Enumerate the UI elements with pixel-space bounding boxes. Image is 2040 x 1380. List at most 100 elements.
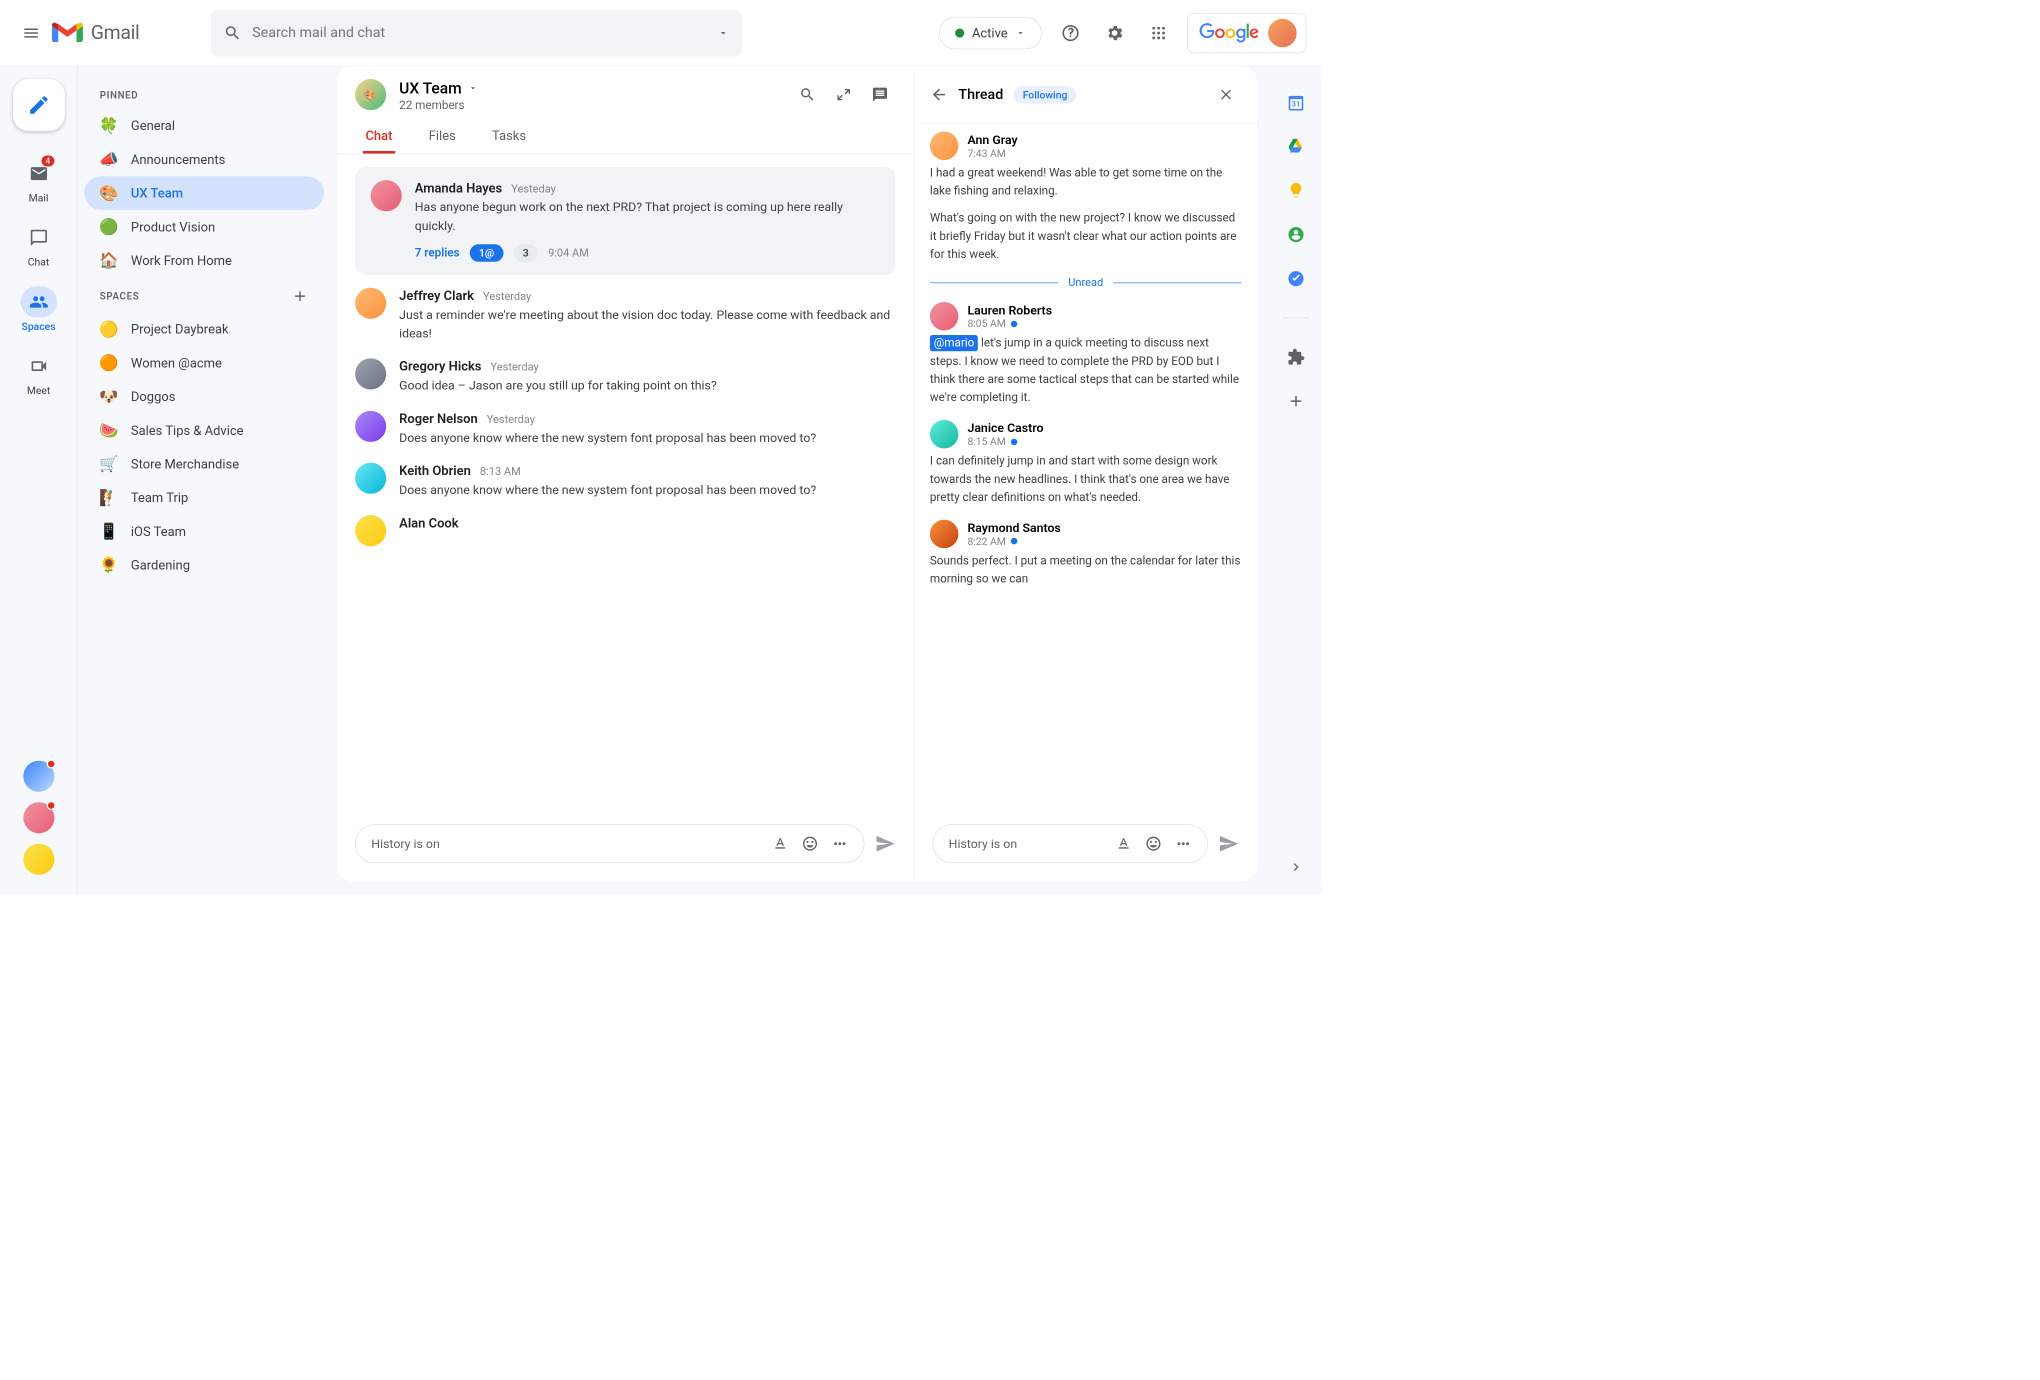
space-ios[interactable]: 📱iOS Team	[84, 515, 324, 549]
help-icon	[1061, 23, 1080, 42]
apps-button[interactable]	[1143, 17, 1174, 48]
rail-avatar-2[interactable]	[23, 802, 54, 833]
emoji-icon[interactable]	[802, 835, 819, 852]
message[interactable]: Roger NelsonYesterday Does anyone know w…	[355, 411, 895, 448]
collapse-button[interactable]	[828, 79, 859, 110]
avatar	[355, 358, 386, 389]
dropdown-icon[interactable]	[717, 27, 729, 39]
status-chip[interactable]: Active	[939, 17, 1042, 49]
rail-avatar-1[interactable]	[23, 761, 54, 792]
message[interactable]: Keith Obrien8:13 AM Does anyone know whe…	[355, 463, 895, 500]
emoji-icon[interactable]	[1145, 835, 1162, 852]
format-icon[interactable]	[1115, 835, 1132, 852]
avatar	[930, 519, 959, 548]
chat-title[interactable]: UX Team	[399, 79, 478, 97]
reply-count[interactable]: 7 replies	[415, 246, 460, 260]
space-merch[interactable]: 🛒Store Merchandise	[84, 447, 324, 481]
pencil-icon	[27, 93, 50, 116]
nav-rail: 4 Mail Chat Spaces Meet	[0, 66, 78, 894]
calendar-app[interactable]: 31	[1286, 92, 1307, 113]
rail-avatar-3[interactable]	[23, 844, 54, 875]
emoji-icon: 🐶	[100, 388, 118, 406]
avatar	[355, 463, 386, 494]
close-thread-button[interactable]	[1210, 79, 1241, 110]
space-gardening[interactable]: 🌻Gardening	[84, 548, 324, 582]
hamburger-icon	[22, 24, 40, 42]
space-sales[interactable]: 🍉Sales Tips & Advice	[84, 413, 324, 447]
space-daybreak[interactable]: 🟡Project Daybreak	[84, 312, 324, 346]
space-ux-team[interactable]: 🎨UX Team	[84, 176, 324, 210]
rail-mail[interactable]: 4 Mail	[6, 152, 71, 211]
mention-chip[interactable]: @mario	[930, 335, 978, 351]
house-icon: 🏠	[100, 251, 118, 269]
rail-meet[interactable]: Meet	[6, 344, 71, 403]
help-button[interactable]	[1055, 17, 1086, 48]
rail-spaces[interactable]: Spaces	[6, 280, 71, 339]
space-wfh[interactable]: 🏠Work From Home	[84, 244, 324, 278]
art-icon: 🎨	[100, 184, 118, 202]
status-label: Active	[972, 25, 1008, 41]
search-input[interactable]	[252, 25, 717, 41]
message[interactable]: Alan Cook	[355, 515, 895, 546]
space-women[interactable]: 🟠Women @acme	[84, 346, 324, 380]
emoji-icon: 🛒	[100, 455, 118, 473]
avatar	[930, 302, 959, 331]
message[interactable]: Jeffrey ClarkYesterday Just a reminder w…	[355, 288, 895, 343]
tasks-app[interactable]	[1286, 268, 1307, 289]
search-box[interactable]	[211, 9, 742, 56]
svg-text:31: 31	[1292, 99, 1300, 108]
tab-files[interactable]: Files	[426, 120, 458, 154]
following-pill[interactable]: Following	[1014, 86, 1077, 103]
circle-icon: 🟢	[100, 218, 118, 236]
space-team-trip[interactable]: 🧗Team Trip	[84, 481, 324, 515]
chevron-right-icon[interactable]	[1288, 859, 1304, 875]
tab-tasks[interactable]: Tasks	[489, 120, 528, 154]
pinned-message[interactable]: Amanda Hayes Yesteday Has anyone begun w…	[355, 167, 895, 275]
header: Gmail Active	[0, 0, 1322, 66]
thread-message[interactable]: Ann Gray 7:43 AM I had a great weekend! …	[930, 132, 1242, 264]
unread-dot-icon	[1011, 438, 1017, 444]
space-product-vision[interactable]: 🟢Product Vision	[84, 210, 324, 244]
close-icon	[1218, 86, 1235, 103]
back-arrow-icon[interactable]	[930, 86, 948, 104]
send-icon[interactable]	[875, 833, 896, 854]
emoji-icon: 🟠	[100, 354, 118, 372]
chat-search-button[interactable]	[792, 79, 823, 110]
send-icon[interactable]	[1218, 833, 1239, 854]
compose-button[interactable]	[13, 79, 65, 131]
tab-chat[interactable]: Chat	[363, 120, 395, 154]
avatar	[371, 180, 402, 211]
thread-icon	[872, 86, 889, 103]
status-dot-icon	[955, 28, 964, 37]
format-icon[interactable]	[772, 835, 789, 852]
thread-message[interactable]: Raymond Santos 8:22 AM Sounds perfect. I…	[930, 519, 1242, 588]
thread-message[interactable]: Janice Castro 8:15 AM I can definitely j…	[930, 420, 1242, 507]
chevron-down-icon	[1015, 28, 1025, 38]
settings-button[interactable]	[1099, 17, 1130, 48]
thread-button[interactable]	[864, 79, 895, 110]
add-button[interactable]	[1286, 391, 1307, 412]
addons-button[interactable]	[1286, 347, 1307, 368]
menu-button[interactable]	[16, 17, 47, 48]
search-icon	[224, 24, 242, 42]
chat-compose-input[interactable]: History is on	[355, 824, 864, 863]
space-general[interactable]: 🍀General	[84, 109, 324, 143]
avatar	[355, 411, 386, 442]
message[interactable]: Gregory HicksYesterday Good idea – Jason…	[355, 358, 895, 395]
contacts-app[interactable]	[1286, 224, 1307, 245]
chevron-down-icon	[468, 83, 478, 93]
mention-pill: 1@	[470, 244, 503, 261]
more-icon[interactable]	[831, 835, 848, 852]
calendar-icon: 31	[1286, 93, 1305, 112]
more-icon[interactable]	[1175, 835, 1192, 852]
keep-app[interactable]	[1286, 180, 1307, 201]
google-account[interactable]	[1187, 13, 1306, 53]
thread-compose-input[interactable]: History is on	[932, 824, 1207, 863]
rail-chat[interactable]: Chat	[6, 216, 71, 275]
space-doggos[interactable]: 🐶Doggos	[84, 380, 324, 414]
gmail-logo[interactable]: Gmail	[52, 21, 140, 44]
plus-icon[interactable]	[292, 288, 309, 305]
drive-app[interactable]	[1286, 136, 1307, 157]
space-announcements[interactable]: 📣Announcements	[84, 143, 324, 177]
thread-message[interactable]: Lauren Roberts 8:05 AM @mario let's jump…	[930, 302, 1242, 407]
